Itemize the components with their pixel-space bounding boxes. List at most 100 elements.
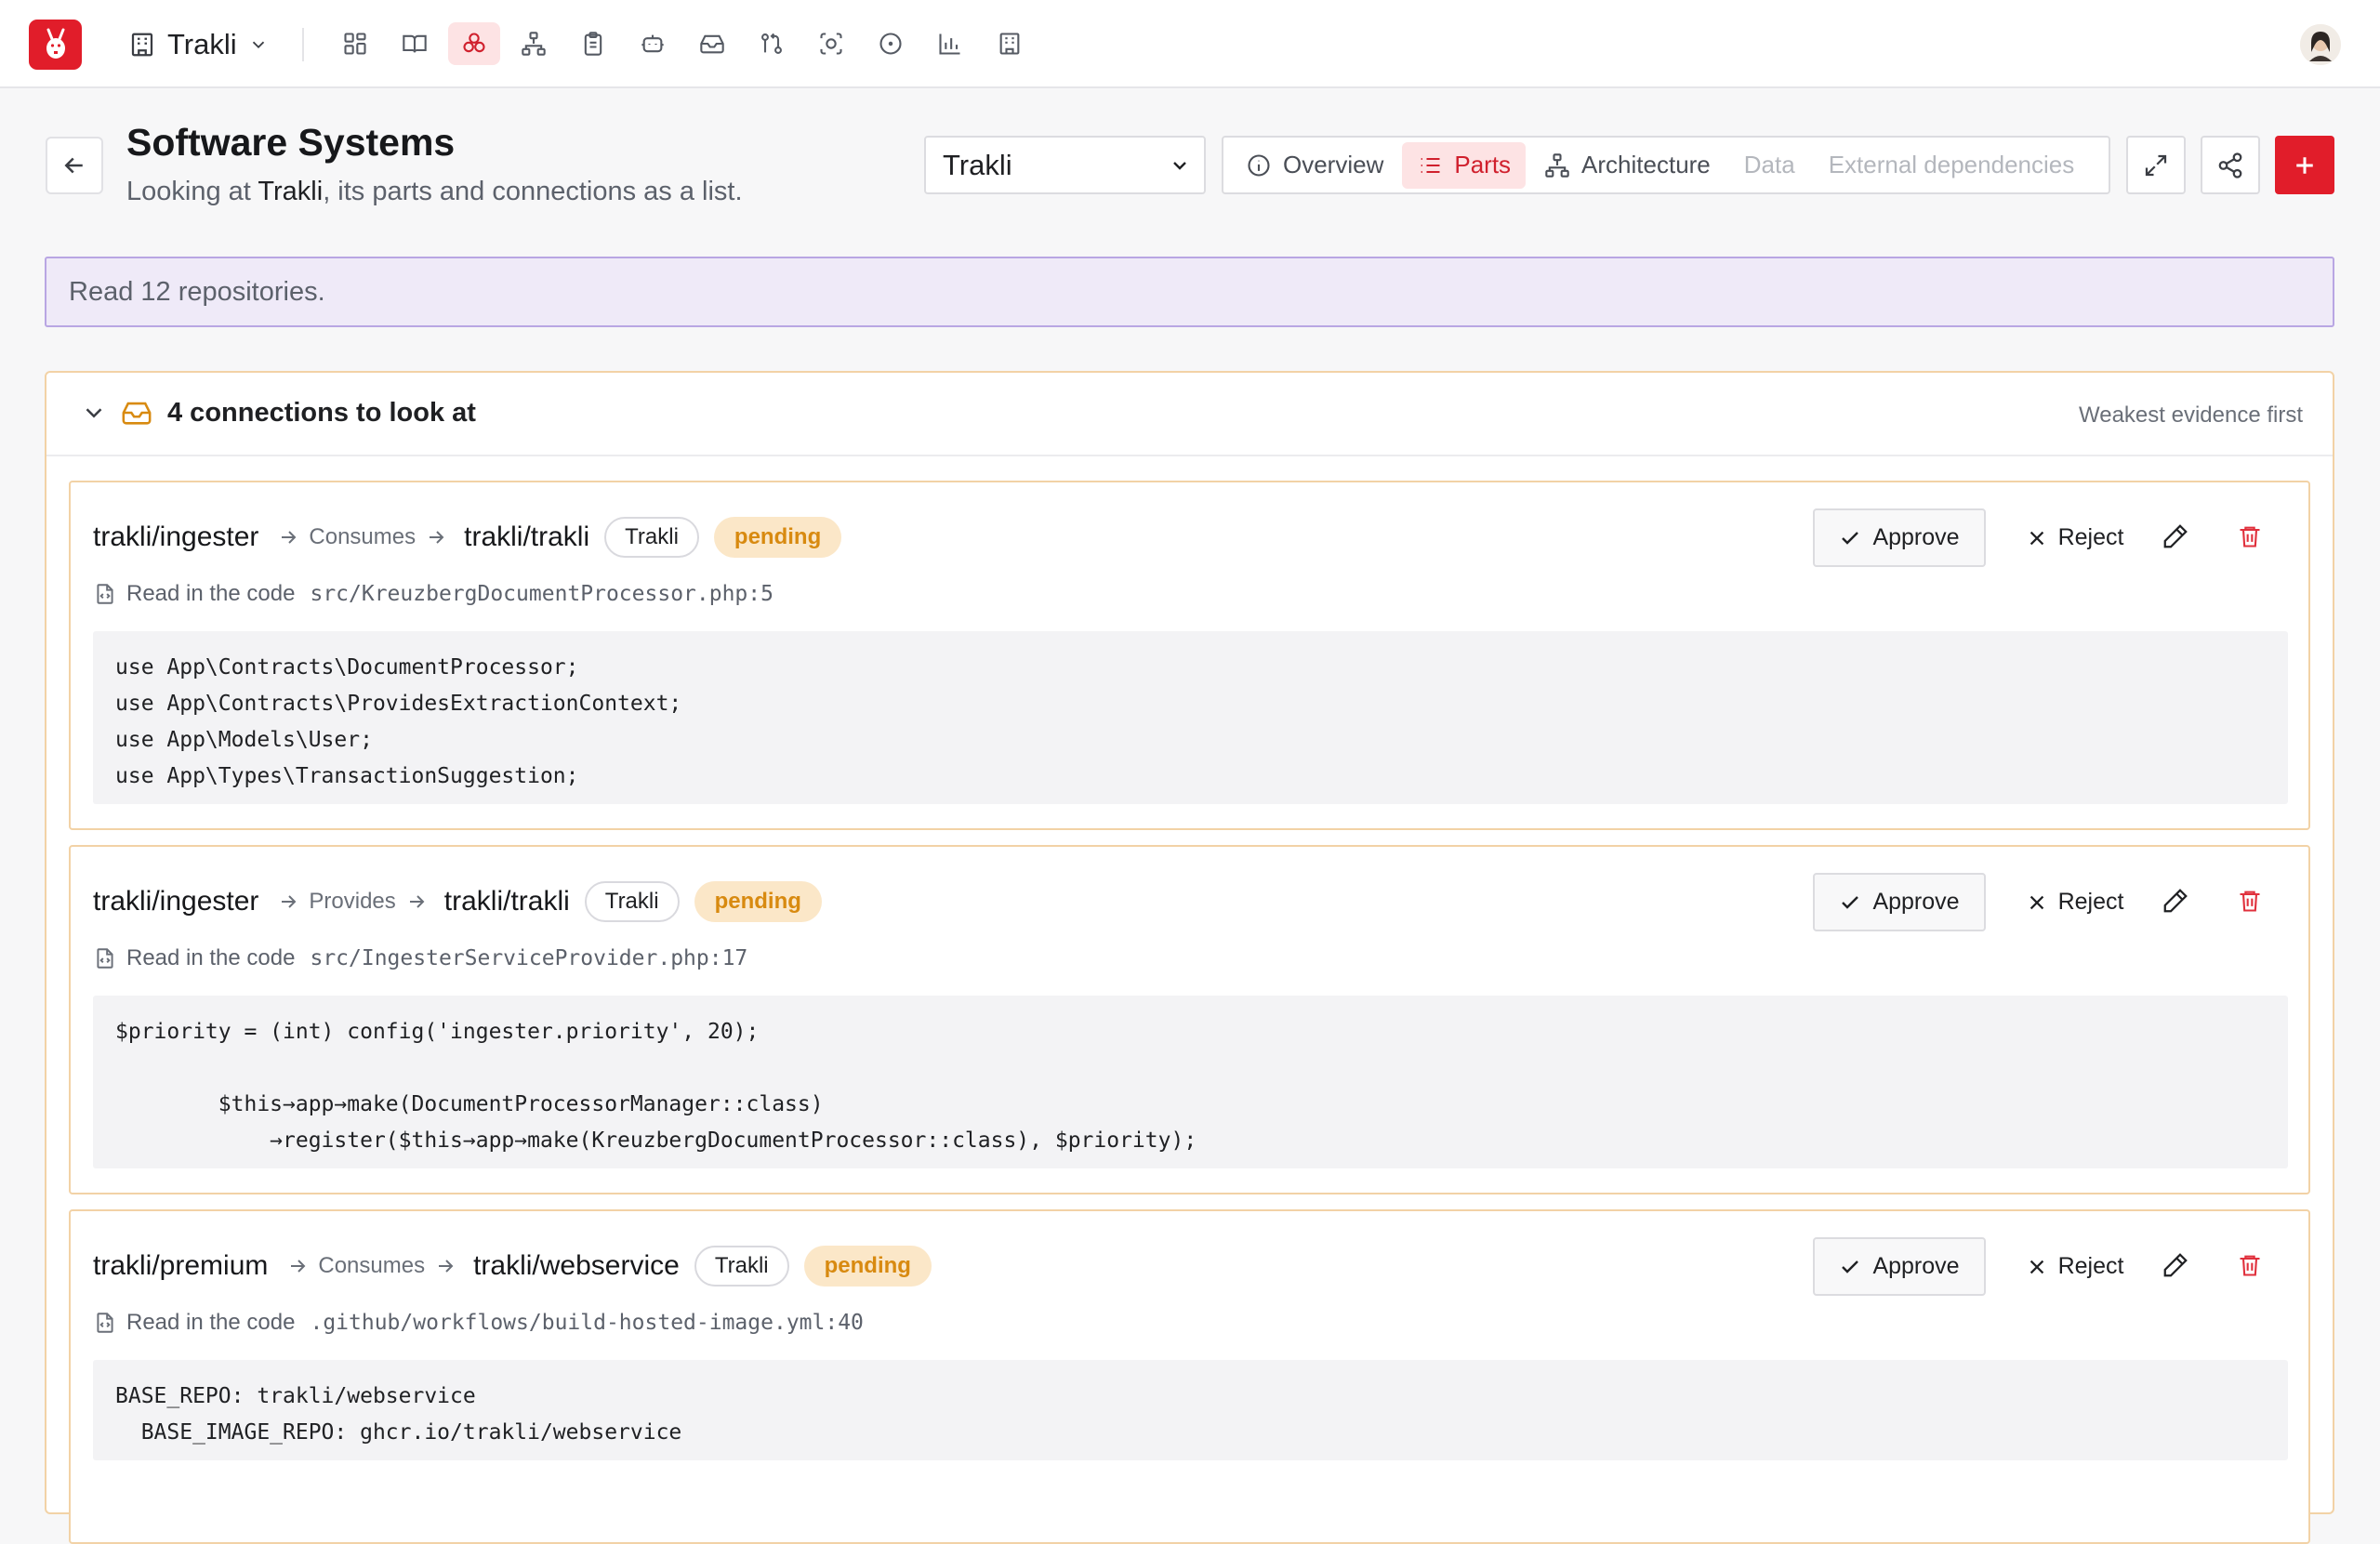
edit-button[interactable] <box>2157 1247 2194 1284</box>
app-logo[interactable] <box>29 20 82 70</box>
approve-label: Approve <box>1872 524 1960 550</box>
edit-button[interactable] <box>2157 882 2194 919</box>
arrow-right-icon <box>430 531 444 544</box>
arrow-right-icon <box>291 1260 306 1273</box>
add-button[interactable] <box>2275 136 2334 194</box>
approve-button[interactable]: Approve <box>1813 508 1986 567</box>
sort-label: Weakest evidence first <box>2079 402 2303 428</box>
connection-card: trakli/ingester Provides trakli/trakli T… <box>69 845 2310 1194</box>
connection-summary: trakli/ingester Provides trakli/trakli T… <box>93 880 822 923</box>
status-badge: pending <box>694 881 822 922</box>
nav-architecture[interactable] <box>508 22 560 65</box>
source-label: Read in the code <box>126 581 296 606</box>
check-icon <box>1842 1260 1859 1273</box>
reject-label: Reject <box>2057 524 2124 550</box>
rabbit-logo-icon <box>46 28 65 59</box>
tab-overview[interactable]: Overview <box>1231 142 1398 189</box>
code-snippet: $priority = (int) config('ingester.prior… <box>93 996 2288 1168</box>
code-source: Read in the code src/KreuzbergDocumentPr… <box>93 581 774 607</box>
workspace-name: Trakli <box>167 28 237 60</box>
subtitle-suffix: , its parts and connections as a list. <box>323 177 743 206</box>
trash-icon <box>2240 891 2260 912</box>
reject-button[interactable]: Reject <box>2010 508 2140 567</box>
parts-icon <box>463 33 485 53</box>
delete-button[interactable] <box>2231 518 2268 555</box>
expand-icon <box>2145 154 2167 176</box>
code-snippet: use App\Contracts\DocumentProcessor; use… <box>93 631 2288 804</box>
reject-button[interactable]: Reject <box>2010 873 2140 931</box>
share-button[interactable] <box>2201 136 2260 194</box>
code-source: Read in the code src/IngesterServiceProv… <box>93 945 747 971</box>
building-icon <box>999 33 1020 55</box>
arrow-right-icon <box>439 1260 454 1273</box>
edit-button[interactable] <box>2157 518 2194 555</box>
check-icon <box>1842 895 1859 909</box>
nav-software-systems[interactable] <box>448 22 500 65</box>
tab-architecture[interactable]: Architecture <box>1529 142 1726 189</box>
approve-button[interactable]: Approve <box>1813 873 1986 931</box>
approve-button[interactable]: Approve <box>1813 1237 1986 1296</box>
nav-docs[interactable] <box>389 22 441 65</box>
source-repo: trakli/premium <box>93 1250 269 1281</box>
status-badge: pending <box>803 1246 932 1287</box>
review-inbox-icon <box>121 397 154 430</box>
nav-clipboard[interactable] <box>567 22 619 65</box>
building-icon <box>131 33 153 57</box>
close-icon <box>2030 895 2043 909</box>
code-snippet: BASE_REPO: trakli/webservice BASE_IMAGE_… <box>93 1360 2288 1460</box>
tab-parts[interactable]: Parts <box>1402 141 1527 189</box>
nav-organisation[interactable] <box>984 22 1036 65</box>
collapse-toggle[interactable] <box>80 399 112 430</box>
reject-button[interactable]: Reject <box>2010 1237 2140 1296</box>
target-repo: trakli/webservice <box>473 1250 680 1281</box>
tab-architecture-label: Architecture <box>1581 151 1711 178</box>
architecture-icon <box>1545 152 1569 178</box>
page-subtitle: Looking at Trakli, its parts and connect… <box>126 177 743 207</box>
system-select-value: Trakli <box>943 148 1012 181</box>
review-panel-header[interactable]: 4 connections to look at Weakest evidenc… <box>46 373 2333 456</box>
nav-reports[interactable] <box>924 22 976 65</box>
back-button[interactable] <box>46 137 103 194</box>
subtitle-prefix: Looking at <box>126 177 258 206</box>
source-path[interactable]: src/KreuzbergDocumentProcessor.php:5 <box>310 582 774 606</box>
top-navigation-bar: Trakli <box>0 0 2380 88</box>
relation: Provides <box>277 889 427 915</box>
chevron-down-icon <box>252 41 264 49</box>
user-avatar[interactable] <box>2300 24 2341 65</box>
connections-review-panel: 4 connections to look at Weakest evidenc… <box>45 371 2334 1544</box>
arrow-right-icon <box>409 895 425 908</box>
workspace-switcher[interactable]: Trakli <box>128 25 269 64</box>
system-chip: Trakli <box>694 1246 789 1287</box>
nav-assistant[interactable] <box>627 22 679 65</box>
chevron-down-icon <box>86 408 102 418</box>
source-repo: trakli/ingester <box>93 886 259 917</box>
tab-overview-label: Overview <box>1283 151 1384 178</box>
nav-scan[interactable] <box>805 22 857 65</box>
trash-icon <box>2240 526 2260 548</box>
target-repo: trakli/trakli <box>464 521 590 552</box>
tab-data-label: Data <box>1743 151 1795 178</box>
nav-status[interactable] <box>865 22 917 65</box>
fullscreen-button[interactable] <box>2126 136 2186 194</box>
nav-inbox[interactable] <box>686 22 738 65</box>
plus-icon <box>2296 156 2313 174</box>
connection-summary: trakli/premium Consumes trakli/webservic… <box>93 1245 932 1287</box>
pencil-icon <box>2163 1253 2188 1277</box>
relation-label: Provides <box>309 889 396 914</box>
source-label: Read in the code <box>126 945 296 970</box>
arrow-left-icon <box>64 157 83 174</box>
relation: Consumes <box>277 524 447 550</box>
relation: Consumes <box>286 1253 456 1279</box>
source-path[interactable]: src/IngesterServiceProvider.php:17 <box>310 946 747 970</box>
delete-button[interactable] <box>2231 882 2268 919</box>
system-select[interactable]: Trakli <box>924 136 1206 194</box>
clipboard-icon <box>584 32 602 56</box>
delete-button[interactable] <box>2231 1247 2268 1284</box>
nav-compare[interactable] <box>746 22 798 65</box>
inbox-icon <box>122 402 152 425</box>
nav-dashboard[interactable] <box>329 22 381 65</box>
source-path[interactable]: .github/workflows/build-hosted-image.yml… <box>310 1311 863 1335</box>
share-icon <box>2218 152 2242 178</box>
info-icon <box>1248 153 1270 177</box>
pencil-icon <box>2163 524 2188 548</box>
